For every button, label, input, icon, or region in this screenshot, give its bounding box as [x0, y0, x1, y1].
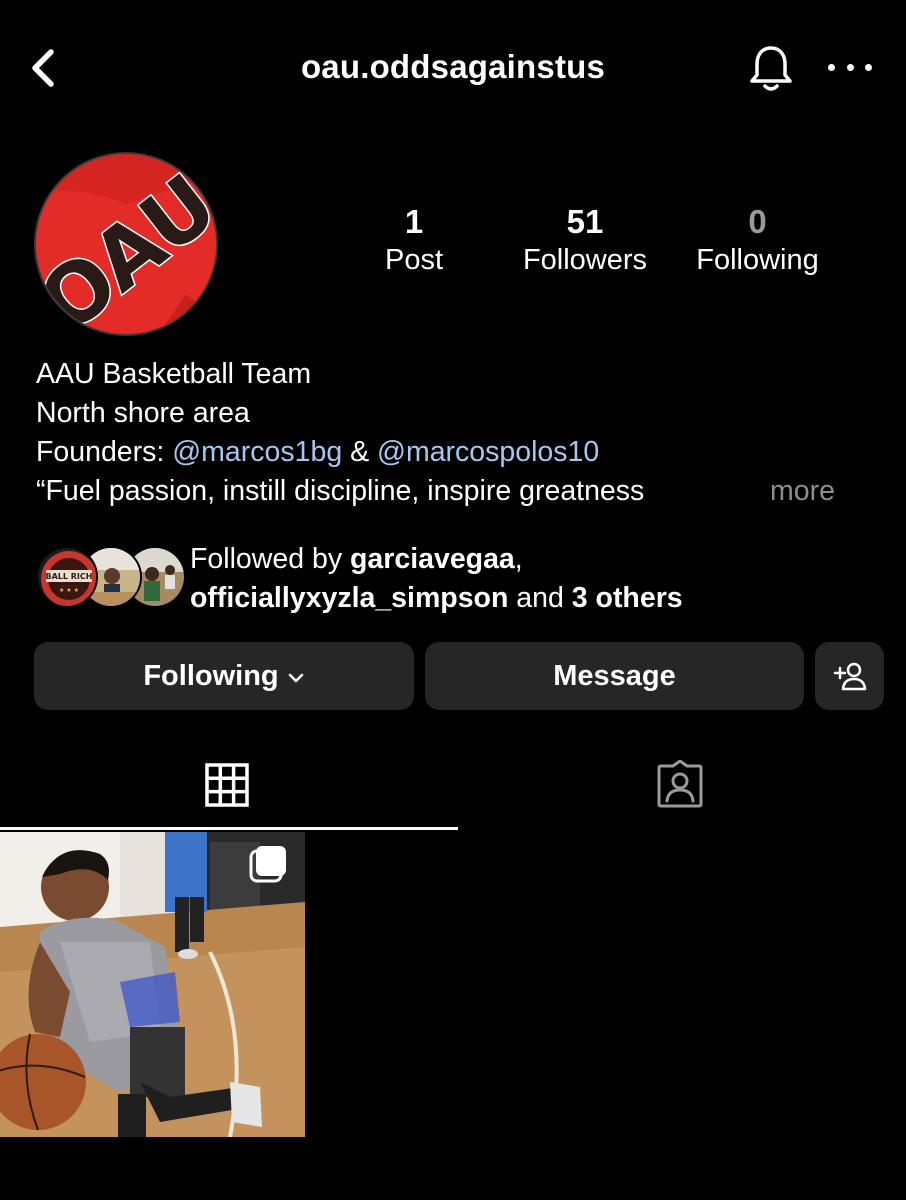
post-image [0, 832, 305, 1137]
active-tab-indicator [0, 827, 458, 830]
comma-text: , [514, 543, 523, 575]
posts-stat[interactable]: 1 Post [364, 204, 464, 280]
bio-founders-line: Founders: @marcos1bg & @marcospolos10 [36, 433, 876, 472]
followers-stat[interactable]: 51 Followers [505, 204, 665, 280]
tab-tagged[interactable] [453, 740, 906, 830]
tagged-icon [657, 760, 702, 808]
chevron-down-icon [288, 673, 303, 683]
notifications-button[interactable] [745, 42, 797, 94]
followed-by-section[interactable]: BALL RICH ★ ★ ★ Followed by garciavegaa,… [36, 540, 886, 620]
tab-posts-grid[interactable] [0, 740, 453, 830]
ball-rich-logo-text: BALL RICH [46, 572, 93, 581]
bio-line-2: North shore area [36, 397, 250, 429]
followed-by-prefix: Followed by [190, 543, 350, 575]
profile-stats: 1 Post 51 Followers 0 Following [0, 204, 906, 294]
post-thumbnail[interactable] [0, 832, 305, 1137]
posts-count: 1 [404, 203, 424, 240]
grid-icon [204, 763, 249, 807]
bio-line-4: “Fuel passion, instill discipline, inspi… [36, 475, 645, 507]
more-options-button[interactable] [828, 52, 872, 82]
follower-username[interactable]: officiallyxyzla_simpson [190, 582, 508, 614]
follower-username[interactable]: garciavegaa [350, 543, 515, 575]
profile-bio: AAU Basketball Team North shore area Fou… [36, 355, 876, 511]
bio-line-1: AAU Basketball Team [36, 358, 312, 390]
profile-header: oau.oddsagainstus [0, 0, 906, 135]
following-button-label: Following [143, 659, 279, 692]
mention-link[interactable]: @marcos1bg [172, 436, 342, 468]
mention-link[interactable]: @marcospolos10 [377, 436, 599, 468]
ampersand-text: & [342, 436, 378, 468]
message-button[interactable]: Message [425, 642, 804, 710]
following-button[interactable]: Following [34, 642, 414, 710]
more-horizontal-icon [828, 63, 872, 71]
bio-more-link[interactable]: more [770, 472, 835, 511]
followers-label: Followers [522, 244, 648, 276]
followers-count: 51 [566, 203, 604, 240]
followed-by-text: Followed by garciavegaa, officiallyxyzla… [190, 540, 683, 618]
posts-label: Post [384, 244, 444, 276]
others-count[interactable]: 3 others [572, 582, 683, 614]
followed-by-avatars: BALL RICH ★ ★ ★ [36, 546, 186, 608]
founders-prefix: Founders: [36, 436, 173, 468]
bell-icon [750, 46, 792, 91]
and-text: and [508, 582, 572, 614]
follower-avatar: BALL RICH ★ ★ ★ [36, 546, 98, 608]
following-count: 0 [748, 203, 767, 240]
following-stat[interactable]: 0 Following [680, 204, 835, 280]
following-label: Following [696, 244, 819, 276]
suggested-users-button[interactable] [815, 642, 884, 710]
profile-tabs [0, 740, 906, 832]
add-user-icon [833, 662, 866, 691]
message-button-label: Message [553, 659, 676, 692]
svg-text:★ ★ ★: ★ ★ ★ [59, 587, 79, 594]
